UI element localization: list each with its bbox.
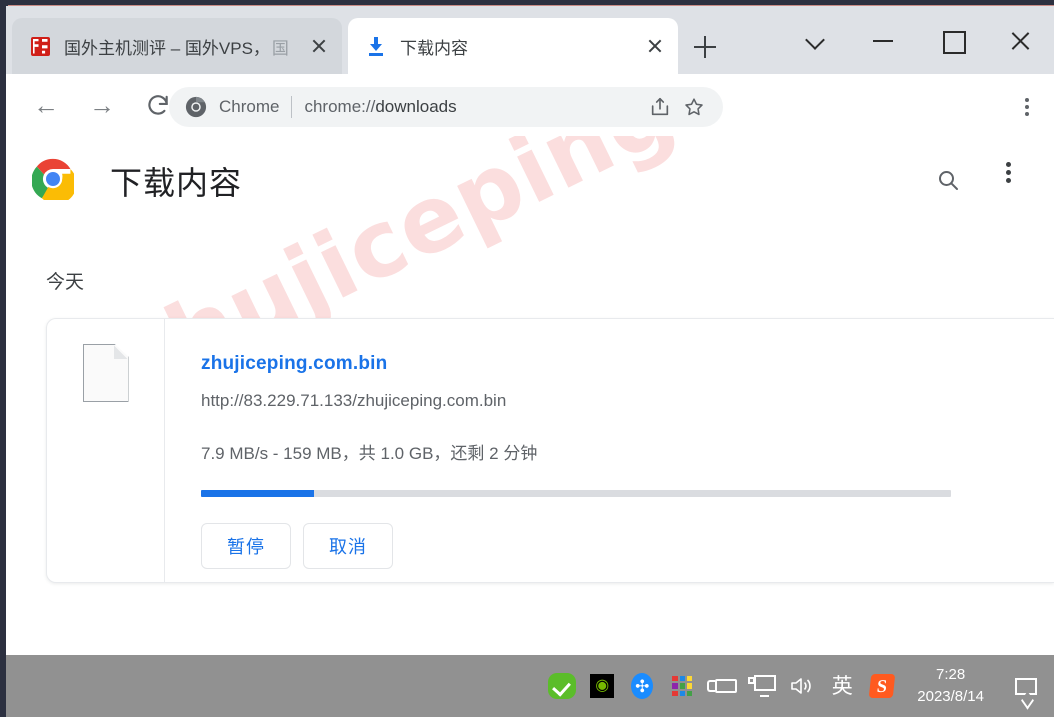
pause-button[interactable]: 暂停 [201,523,291,569]
omnibox-url-scheme: chrome:// [304,97,376,116]
cancel-button[interactable]: 取消 [303,523,393,569]
page-title: 下载内容 [110,165,243,201]
browser-menu-button[interactable] [1008,88,1046,126]
download-source-url: http://83.229.71.133/zhujiceping.com.bin [201,391,507,410]
download-progress-bar [201,490,951,497]
notification-icon[interactable] [1004,664,1048,708]
clock-date: 2023/8/14 [917,688,984,705]
tab-strip: 国外主机测评 – 国外VPS，国 下载内容 [6,6,1054,74]
maximize-button[interactable] [918,10,986,70]
chrome-browser-window: 国外主机测评 – 国外VPS，国 下载内容 ← → Chrome chrome:… [0,6,1054,661]
sogou-label: S [876,676,889,696]
nvidia-icon[interactable]: ◉ [583,664,621,708]
download-file-icon-column [47,319,165,582]
back-button[interactable] [24,83,68,127]
system-tray: ◉ ✣ 英 S 7:28 2023/8/14 [543,664,1054,708]
clock-time: 7:28 [936,666,966,684]
chrome-grayscale-icon [185,96,207,118]
taskbar-left-edge [0,655,6,717]
display-icon[interactable] [743,664,781,708]
tab-close-button-site-review[interactable] [306,33,332,59]
browser-toolbar: Chrome chrome://downloads [6,74,1054,136]
new-tab-button[interactable] [690,32,720,62]
tab-title-downloads: 下载内容 [400,38,468,58]
tab-search-chevron-down-icon[interactable] [782,10,850,70]
forward-button[interactable] [80,83,124,127]
screen: 国外主机测评 – 国外VPS，国 下载内容 ← → Chrome chrome:… [0,0,1054,717]
sogou-icon[interactable]: S [863,664,901,708]
ime-icon[interactable]: 英 [823,664,861,708]
omnibox-site-label: Chrome [219,97,280,116]
taskbar-clock[interactable]: 7:28 2023/8/14 [903,664,1002,708]
downloads-menu-button[interactable] [996,160,1036,200]
window-controls [782,6,1054,74]
downloads-header-actions [928,160,1036,200]
download-action-buttons: 暂停 取消 [201,523,1054,569]
minimize-button[interactable] [850,10,918,70]
tab-title-text: 国外主机测评 – 国外VPS， [64,38,270,58]
security-check-icon[interactable] [543,664,581,708]
omnibox-url-path: downloads [375,97,457,116]
tab-title-truncated-glyph: 国 [271,38,289,58]
search-icon[interactable] [928,160,968,200]
download-status-text: 7.9 MB/s - 159 MB，共 1.0 GB，还剩 2 分钟 [201,444,538,463]
tab-site-review[interactable]: 国外主机测评 – 国外VPS，国 [12,18,342,74]
windows-taskbar: ◉ ✣ 英 S 7:28 2023/8/14 [0,655,1054,717]
download-progress-fill [201,490,314,497]
tab-title-site-review: 国外主机测评 – 国外VPS，国 [64,34,306,59]
omnibox-separator [291,96,293,118]
omnibox-url-text: chrome://downloads [304,97,641,117]
battery-charging-icon[interactable] [703,664,741,708]
tab-downloads[interactable]: 下载内容 [348,18,678,74]
address-bar[interactable]: Chrome chrome://downloads [169,87,723,127]
download-icon [366,36,386,56]
ime-label: 英 [831,674,853,698]
star-icon[interactable] [679,92,709,122]
downloads-page: zhujiceping.com 下载内容 今天 zhujiceping.com.… [6,136,1054,661]
download-item-details: zhujiceping.com.bin http://83.229.71.133… [165,319,1054,582]
tab-close-button-downloads[interactable] [642,33,668,59]
section-header-today: 今天 [46,272,85,293]
download-item-card: zhujiceping.com.bin http://83.229.71.133… [46,318,1054,583]
color-grid-icon[interactable] [663,664,701,708]
close-window-button[interactable] [986,10,1054,70]
share-icon[interactable] [645,92,675,122]
site-favicon-icon [30,36,50,56]
generic-file-icon [82,344,129,402]
bluetooth-icon[interactable]: ✣ [623,664,661,708]
volume-icon[interactable] [783,664,821,708]
downloads-page-header: 下载内容 [6,136,1054,226]
download-filename-link[interactable]: zhujiceping.com.bin [201,353,1054,375]
chrome-logo-icon [31,158,77,205]
